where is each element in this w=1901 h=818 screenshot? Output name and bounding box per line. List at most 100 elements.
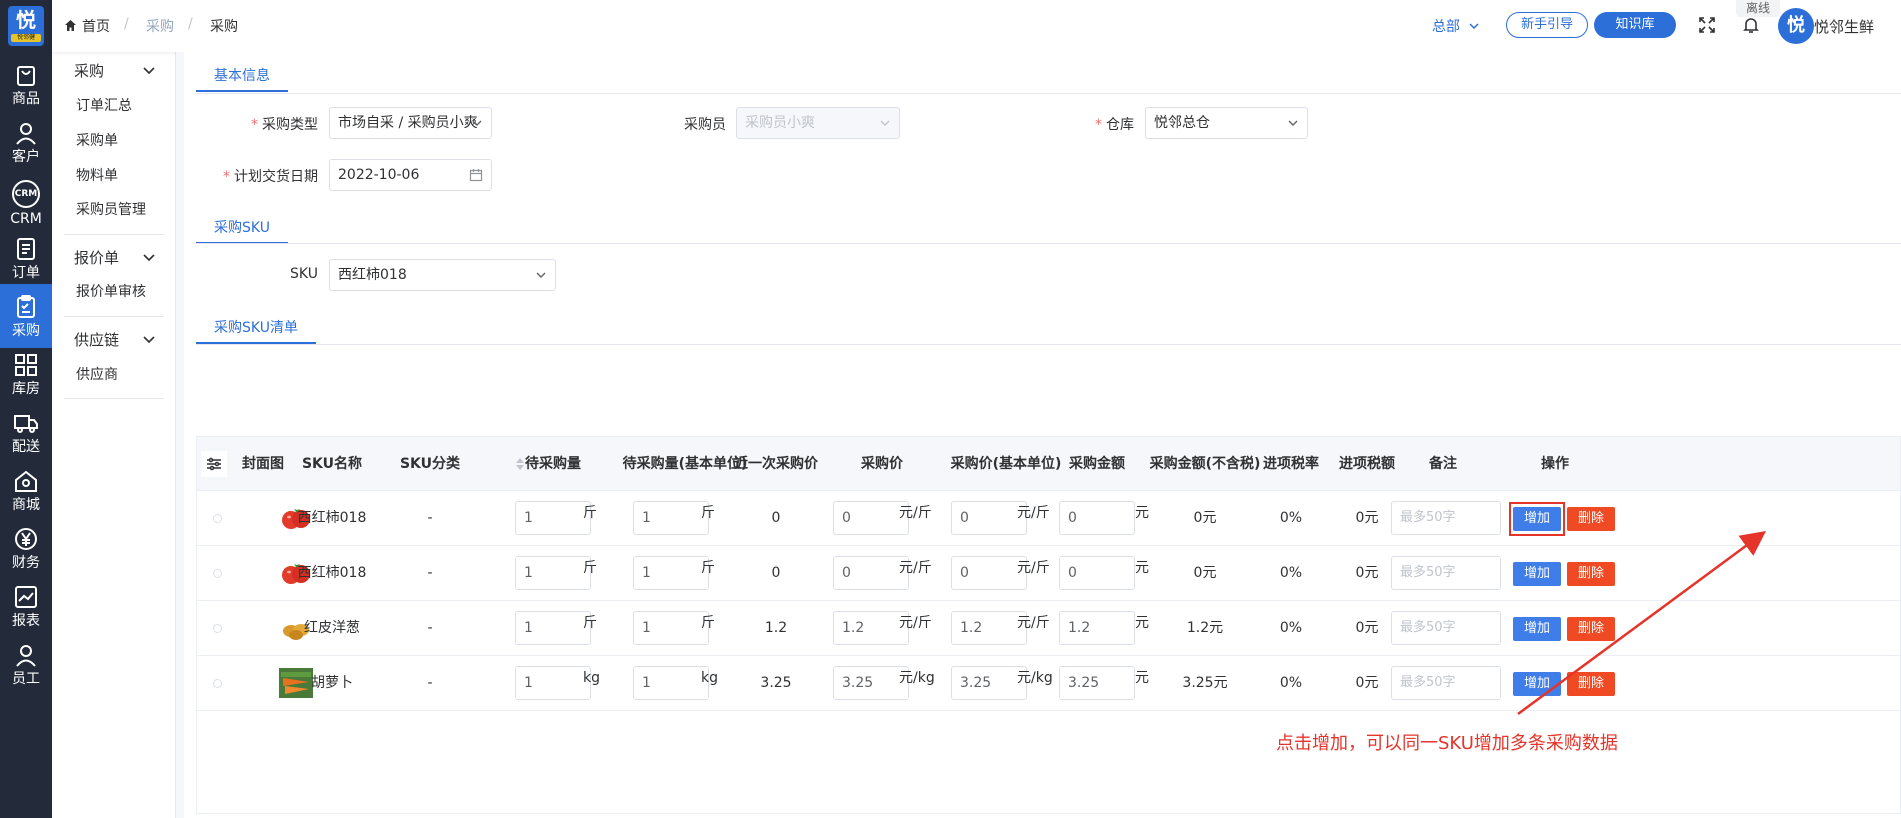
base-price-input[interactable]: 1.2 — [951, 611, 1027, 645]
base-qty-input[interactable]: 1 — [633, 611, 709, 645]
column-settings-button[interactable] — [201, 451, 227, 477]
base-qty-input[interactable]: 1 — [633, 501, 709, 535]
logo-char: 悦 — [16, 8, 36, 32]
sku-name: 胡萝卜 — [311, 675, 353, 691]
fullscreen-icon[interactable] — [1698, 16, 1716, 34]
table-row: 红皮洋葱 - 1 斤 1 斤 1.2 1.2 元/斤 1.2 元/斤 1.2 元… — [197, 601, 1900, 656]
base-qty-input[interactable]: 1 — [633, 556, 709, 590]
base-qty-unit: 斤 — [701, 505, 715, 521]
section-divider — [196, 93, 1901, 94]
add-row-button[interactable]: 增加 — [1513, 672, 1561, 696]
remark-input[interactable]: 最多50字 — [1391, 501, 1501, 535]
menu-item-order-summary[interactable]: 订单汇总 — [76, 95, 132, 115]
menu-item-supplier[interactable]: 供应商 — [76, 364, 118, 384]
rail-item-crm[interactable]: CRM CRM — [0, 168, 52, 232]
delete-row-button[interactable]: 删除 — [1567, 617, 1615, 641]
rail-item-purchase[interactable]: 采购 — [0, 284, 52, 348]
rail-item-shop[interactable]: 商城 — [0, 458, 52, 522]
add-row-button[interactable]: 增加 — [1513, 562, 1561, 586]
rail-label: 库房 — [12, 381, 40, 397]
chevron-down-icon[interactable] — [142, 250, 156, 264]
remark-input[interactable]: 最多50字 — [1391, 611, 1501, 645]
rail-item-customer[interactable]: 客户 — [0, 110, 52, 174]
menu-group-quotation[interactable]: 报价单 — [74, 247, 119, 268]
purchase-qty-input[interactable]: 1 — [515, 611, 591, 645]
remark-input[interactable]: 最多50字 — [1391, 666, 1501, 700]
menu-group-supply-chain[interactable]: 供应链 — [74, 329, 119, 350]
avatar[interactable]: 悦 — [1778, 8, 1814, 44]
purchase-type-select[interactable]: 市场自采 / 采购员小爽 — [329, 107, 492, 139]
warehouse-select[interactable]: 悦邻总仓 — [1145, 107, 1308, 139]
offline-badge: 离线 — [1736, 0, 1780, 17]
menu-item-material-order[interactable]: 物料单 — [76, 165, 118, 185]
sku-select[interactable]: 西红柿018 — [329, 259, 556, 291]
amount-input[interactable]: 0 — [1059, 501, 1135, 535]
base-price-input[interactable]: 0 — [951, 556, 1027, 590]
breadcrumb-purchase[interactable]: 采购 — [146, 16, 174, 36]
rail-item-delivery[interactable]: 配送 — [0, 400, 52, 464]
rail-item-finance[interactable]: 财务 — [0, 516, 52, 580]
row-radio[interactable] — [213, 569, 222, 578]
row-radio[interactable] — [213, 514, 222, 523]
beginner-guide-button[interactable]: 新手引导 — [1506, 12, 1588, 38]
menu-item-buyer-management[interactable]: 采购员管理 — [76, 199, 146, 219]
row-radio[interactable] — [213, 624, 222, 633]
base-qty-input[interactable]: 1 — [633, 666, 709, 700]
menu-item-purchase-order[interactable]: 采购单 — [76, 130, 118, 150]
home-icon[interactable] — [64, 19, 77, 32]
tab-basic-info[interactable]: 基本信息 — [196, 60, 288, 92]
app-logo[interactable]: 悦 悦邻健 — [8, 6, 44, 46]
base-price-input[interactable]: 3.25 — [951, 666, 1027, 700]
delivery-date-picker[interactable]: 2022-10-06 — [329, 159, 492, 191]
base-price-unit: 元/斤 — [1017, 560, 1050, 576]
rail-label: 客户 — [12, 149, 40, 165]
knowledge-base-button[interactable]: 知识库 — [1594, 12, 1676, 38]
bell-icon[interactable] — [1742, 16, 1760, 34]
amount-input[interactable]: 0 — [1059, 556, 1135, 590]
price-input[interactable]: 1.2 — [833, 611, 909, 645]
purchase-qty-input[interactable]: 1 — [515, 501, 591, 535]
truck-icon — [14, 415, 38, 433]
column-header: 采购价(基本单位) — [950, 456, 1062, 472]
tab-purchase-sku[interactable]: 采购SKU — [196, 212, 288, 244]
menu-divider — [64, 398, 164, 399]
amount-input[interactable]: 1.2 — [1059, 611, 1135, 645]
add-row-button[interactable]: 增加 — [1513, 507, 1561, 531]
column-header: 近一次采购价 — [734, 456, 818, 472]
remark-input[interactable]: 最多50字 — [1391, 556, 1501, 590]
price-input[interactable]: 0 — [833, 501, 909, 535]
settings-sliders-icon — [207, 457, 221, 471]
chevron-down-icon[interactable] — [142, 332, 156, 346]
base-price-input[interactable]: 0 — [951, 501, 1027, 535]
rail-item-order[interactable]: 订单 — [0, 226, 52, 290]
purchase-form-card: 基本信息 * 采购类型 市场自采 / 采购员小爽 采购员 采购员小爽 * 仓库 悦邻… — [184, 52, 1901, 818]
price-input[interactable]: 0 — [833, 556, 909, 590]
qty-unit: 斤 — [583, 505, 597, 521]
menu-group-purchase[interactable]: 采购 — [74, 60, 104, 81]
price-unit: 元/斤 — [899, 505, 932, 521]
row-radio[interactable] — [213, 679, 222, 688]
rail-item-goods[interactable]: 商品 — [0, 52, 52, 116]
delete-row-button[interactable]: 删除 — [1567, 507, 1615, 531]
chevron-down-icon[interactable] — [1468, 20, 1480, 32]
price-input[interactable]: 3.25 — [833, 666, 909, 700]
tab-purchase-sku-list[interactable]: 采购SKU清单 — [196, 312, 316, 344]
rail-item-warehouse[interactable]: 库房 — [0, 342, 52, 406]
menu-item-quotation-review[interactable]: 报价单审核 — [76, 281, 146, 301]
section-divider — [196, 243, 1901, 244]
add-row-button[interactable]: 增加 — [1513, 617, 1561, 641]
chevron-down-icon[interactable] — [142, 63, 156, 77]
purchase-icon — [17, 295, 35, 318]
org-switcher[interactable]: 总部 — [1432, 16, 1460, 36]
delete-row-button[interactable]: 删除 — [1567, 562, 1615, 586]
amount-input[interactable]: 3.25 — [1059, 666, 1135, 700]
rail-label: 商品 — [12, 91, 40, 107]
rail-item-staff[interactable]: 员工 — [0, 632, 52, 696]
tax-rate: 0% — [1279, 565, 1303, 581]
purchase-qty-input[interactable]: 1 — [515, 556, 591, 590]
delete-row-button[interactable]: 删除 — [1567, 672, 1615, 696]
rail-item-report[interactable]: 报表 — [0, 574, 52, 638]
user-name[interactable]: 悦邻生鲜 — [1814, 16, 1874, 37]
breadcrumb-home[interactable]: 首页 — [82, 16, 110, 36]
purchase-qty-input[interactable]: 1 — [515, 666, 591, 700]
